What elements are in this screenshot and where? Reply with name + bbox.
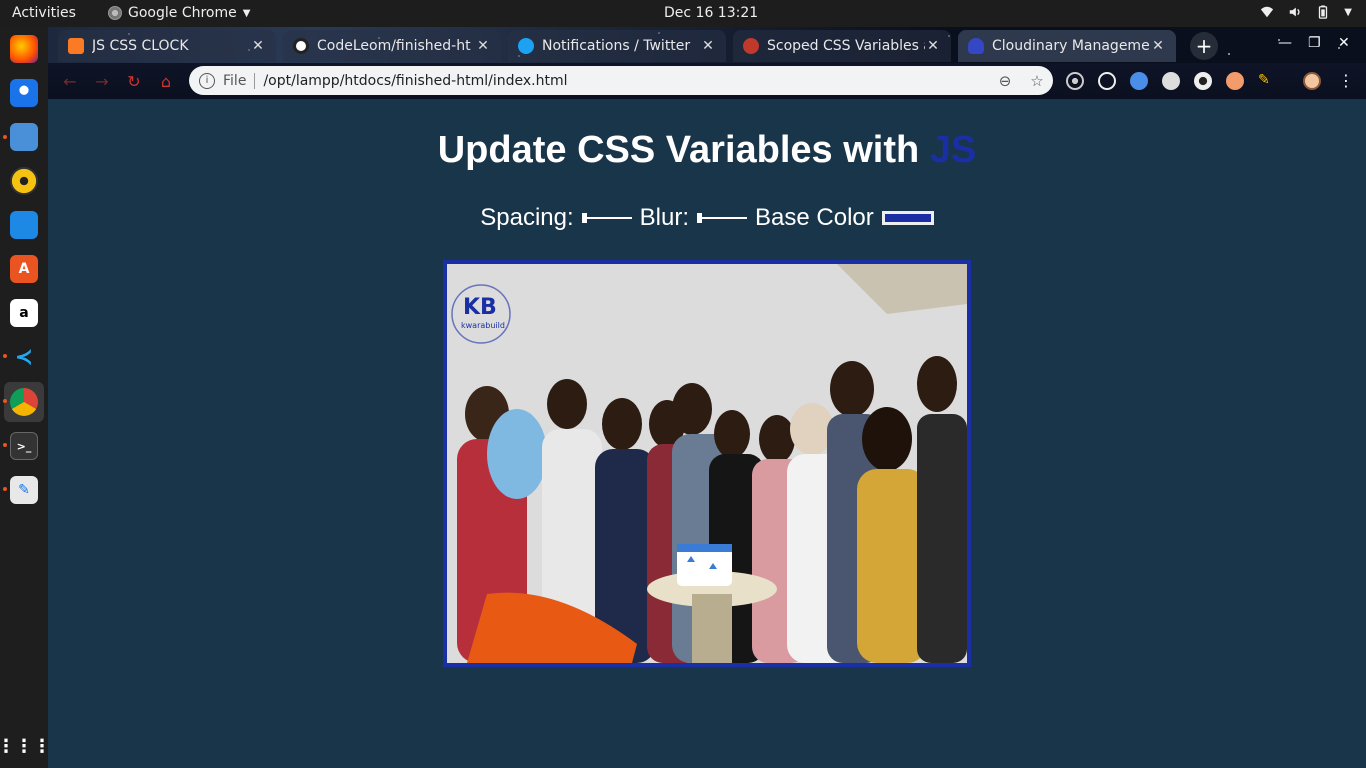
photo-logo-text: kwarabuild xyxy=(461,321,505,330)
rhythmbox-icon[interactable] xyxy=(10,167,38,195)
divider xyxy=(254,72,256,89)
close-window-icon[interactable]: ✕ xyxy=(1338,35,1350,51)
firefox-icon[interactable] xyxy=(10,35,38,63)
close-icon[interactable]: ✕ xyxy=(925,38,941,54)
software-icon[interactable]: A xyxy=(10,255,38,283)
chevron-down-icon: ▼ xyxy=(1344,6,1352,18)
red-circle-icon xyxy=(743,38,759,54)
blur-label: Blur: xyxy=(639,204,690,231)
group-photo: KB kwarabuild xyxy=(443,260,971,667)
forward-icon[interactable]: → xyxy=(92,71,112,91)
system-top-bar: Activities Google Chrome ▼ Dec 16 13:21 … xyxy=(0,0,1366,27)
heading-text: Update CSS Variables with xyxy=(437,129,920,171)
app-menu-label: Google Chrome xyxy=(128,5,237,21)
controls: Spacing: Blur: Base Color xyxy=(48,204,1366,232)
twitter-icon xyxy=(518,38,534,54)
writer-icon[interactable] xyxy=(10,211,38,239)
extension-icon[interactable] xyxy=(1226,72,1244,90)
tab-scoped-css[interactable]: Scoped CSS Variables a ✕ xyxy=(733,30,951,62)
pencil-icon[interactable]: ✎ xyxy=(1258,72,1276,90)
dock: A a ≺ >_ ✎ ⋮⋮⋮ xyxy=(0,27,51,768)
close-icon[interactable]: ✕ xyxy=(700,38,716,54)
reload-icon[interactable]: ↻ xyxy=(124,71,144,91)
tab-codeleom[interactable]: CodeLeom/finished-ht ✕ xyxy=(283,30,501,62)
tab-js-css-clock[interactable]: JS CSS CLOCK ✕ xyxy=(58,30,276,62)
tab-title: Notifications / Twitter xyxy=(542,38,691,54)
base-color-picker[interactable] xyxy=(881,211,934,225)
page-title: Update CSS Variables with JS xyxy=(48,129,1366,172)
browser-toolbar: ← → ↻ ⌂ i File /opt/lampp/htdocs/finishe… xyxy=(48,63,1366,99)
group-photo-image: KB kwarabuild xyxy=(447,264,967,663)
tab-title: JS CSS CLOCK xyxy=(92,38,189,54)
amazon-icon[interactable]: a xyxy=(10,299,38,327)
react-devtools-icon[interactable] xyxy=(1066,72,1084,90)
photo-logo-mark: KB xyxy=(463,295,497,320)
chrome-window: JS CSS CLOCK ✕ CodeLeom/finished-ht ✕ No… xyxy=(48,27,1366,768)
text-editor-icon[interactable]: ✎ xyxy=(10,476,38,504)
minimize-icon[interactable]: — xyxy=(1278,35,1292,51)
vscode-icon[interactable]: ≺ xyxy=(10,343,38,371)
extension-icon[interactable] xyxy=(1130,72,1148,90)
thunderbird-icon[interactable] xyxy=(10,79,38,107)
react-icon[interactable] xyxy=(1098,72,1116,90)
extension-icon[interactable] xyxy=(1194,72,1212,90)
extension-icon[interactable] xyxy=(1162,72,1180,90)
back-icon[interactable]: ← xyxy=(60,71,80,91)
spacing-label: Spacing: xyxy=(480,204,574,231)
close-icon[interactable]: ✕ xyxy=(250,38,266,54)
security-label: File xyxy=(223,72,247,89)
bookmark-star-icon[interactable]: ☆ xyxy=(1021,72,1053,90)
app-menu[interactable]: Google Chrome ▼ xyxy=(108,5,250,21)
info-icon[interactable]: i xyxy=(199,72,215,89)
cloudinary-icon xyxy=(968,38,984,54)
files-icon[interactable] xyxy=(10,123,38,151)
chrome-icon[interactable] xyxy=(10,388,38,416)
chrome-small-icon xyxy=(108,6,122,20)
tab-title: Scoped CSS Variables a xyxy=(767,38,925,54)
tab-twitter[interactable]: Notifications / Twitter ✕ xyxy=(508,30,726,62)
github-icon xyxy=(293,38,309,54)
page-content: Update CSS Variables with JS Spacing: Bl… xyxy=(48,99,1366,768)
address-bar[interactable]: i File /opt/lampp/htdocs/finished-html/i… xyxy=(189,66,1053,95)
activities-button[interactable]: Activities xyxy=(12,5,76,21)
base-color-label: Base Color xyxy=(755,204,874,231)
blur-slider[interactable] xyxy=(697,211,748,225)
wifi-icon xyxy=(1261,6,1274,18)
battery-icon xyxy=(1319,5,1328,19)
profile-avatar[interactable] xyxy=(1303,72,1321,90)
tab-title: CodeLeom/finished-ht xyxy=(317,38,471,54)
terminal-icon[interactable]: >_ xyxy=(10,432,38,460)
tab-title: Cloudinary Managemen xyxy=(992,38,1150,54)
close-icon[interactable]: ✕ xyxy=(475,38,491,54)
clock[interactable]: Dec 16 13:21 xyxy=(664,5,758,21)
show-apps-icon[interactable]: ⋮⋮⋮ xyxy=(0,732,51,760)
new-tab-button[interactable]: + xyxy=(1190,32,1218,60)
heading-highlight: JS xyxy=(929,129,977,171)
menu-icon[interactable]: ⋮ xyxy=(1338,72,1356,90)
volume-icon xyxy=(1290,7,1300,17)
xampp-icon xyxy=(68,38,84,54)
home-icon[interactable]: ⌂ xyxy=(156,71,176,91)
close-icon[interactable]: ✕ xyxy=(1150,38,1166,54)
zoom-icon[interactable]: ⊖ xyxy=(989,72,1021,90)
spacing-slider[interactable] xyxy=(581,211,632,225)
system-tray[interactable]: ▼ xyxy=(1260,5,1352,19)
tab-strip: JS CSS CLOCK ✕ CodeLeom/finished-ht ✕ No… xyxy=(48,27,1366,63)
chevron-down-icon: ▼ xyxy=(242,7,251,19)
url-text[interactable]: /opt/lampp/htdocs/finished-html/index.ht… xyxy=(263,73,989,89)
maximize-icon[interactable]: ❐ xyxy=(1308,35,1321,51)
tab-cloudinary[interactable]: Cloudinary Managemen ✕ xyxy=(958,30,1176,62)
